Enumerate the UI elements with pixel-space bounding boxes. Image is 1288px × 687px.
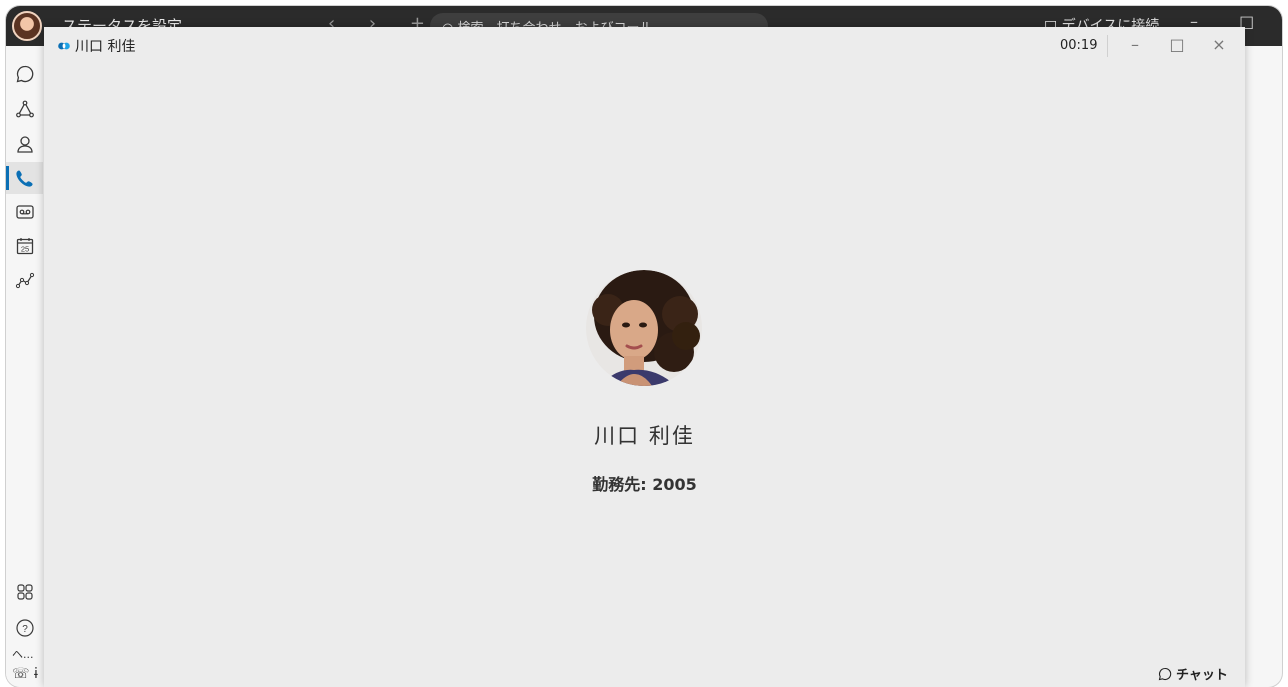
calendar-date-text: 25	[20, 245, 28, 254]
rail-item-calling[interactable]	[6, 162, 43, 194]
close-icon: ×	[1212, 34, 1226, 54]
call-window: 川口 利佳 00:19 – □ × 川口 利佳 勤務先: 2005 チャット	[44, 27, 1245, 687]
phone-icon	[15, 170, 33, 187]
rail-item-calendar[interactable]: 25	[6, 230, 43, 262]
voicemail-icon	[15, 205, 34, 219]
call-settings-button[interactable]: ☏ ɨ	[12, 666, 38, 682]
divider	[1107, 35, 1108, 57]
calendar-icon: 25	[16, 238, 33, 255]
rail-item-help[interactable]: ?	[6, 612, 43, 644]
webex-logo-icon	[58, 42, 70, 50]
call-title: 川口 利佳	[75, 39, 136, 55]
rail-item-contacts[interactable]	[6, 128, 43, 160]
analytics-icon	[15, 272, 34, 289]
call-timer: 00:19	[1060, 38, 1098, 53]
rail-item-teams[interactable]	[6, 94, 43, 126]
contact-photo	[586, 270, 702, 386]
help-icon: ?	[15, 619, 34, 637]
contacts-icon	[16, 136, 33, 153]
rail-item-apps[interactable]	[6, 576, 43, 608]
contact-work-number: 勤務先: 2005	[592, 475, 697, 494]
minimize-icon: –	[1131, 34, 1139, 54]
maximize-icon: □	[1169, 34, 1185, 54]
user-avatar[interactable]	[12, 11, 42, 41]
close-button[interactable]: ×	[1204, 31, 1234, 57]
contact-avatar	[586, 270, 702, 386]
rail-item-messaging[interactable]	[6, 58, 43, 90]
minimize-button[interactable]: –	[1120, 31, 1150, 57]
call-window-title: 川口 利佳	[58, 36, 135, 56]
apps-grid-icon	[16, 584, 33, 600]
left-navigation-rail: 25 ? ヘ... ☏ ɨ	[6, 46, 43, 687]
rail-item-analytics[interactable]	[6, 264, 43, 296]
contact-name: 川口 利佳	[594, 424, 695, 448]
help-more-label[interactable]: ヘ...	[12, 646, 34, 662]
rail-item-voicemail[interactable]	[6, 196, 43, 228]
chat-bubble-icon	[16, 65, 33, 83]
teams-icon	[15, 100, 34, 118]
chat-button[interactable]: チャット	[1158, 664, 1228, 683]
chat-bubble-icon	[1158, 667, 1172, 680]
chat-button-label: チャット	[1176, 668, 1228, 683]
svg-text:?: ?	[22, 624, 28, 635]
maximize-button[interactable]: □	[1162, 31, 1192, 57]
